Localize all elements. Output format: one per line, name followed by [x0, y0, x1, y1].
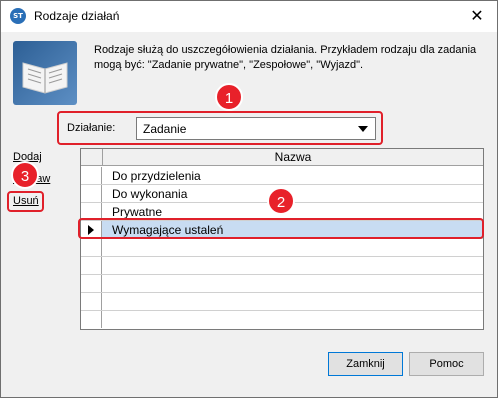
row-indicator: [81, 257, 102, 274]
table-row-empty: [81, 257, 483, 275]
table-cell[interactable]: Do przydzielenia: [112, 168, 201, 184]
row-indicator[interactable]: [81, 185, 102, 202]
help-button[interactable]: Pomoc: [409, 352, 484, 376]
table-cell[interactable]: Do wykonania: [112, 186, 187, 202]
table-row[interactable]: Do przydzielenia: [81, 167, 483, 185]
table-row-empty: [81, 239, 483, 257]
activity-select[interactable]: Zadanie: [136, 117, 376, 140]
window-title: Rodzaje działań: [34, 9, 120, 23]
filter-label: Działanie:: [67, 122, 116, 134]
close-button[interactable]: Zamknij: [328, 352, 403, 376]
book-icon: [13, 41, 77, 105]
callout-frame-2: [78, 218, 484, 239]
row-indicator[interactable]: [81, 167, 102, 184]
types-grid[interactable]: Nazwa Do przydzielenia Do wykonania Pryw…: [80, 148, 484, 330]
table-row-empty: [81, 275, 483, 293]
title-bar[interactable]: ST Rodzaje działań ✕: [1, 1, 497, 32]
callout-badge-2: 2: [267, 187, 295, 215]
row-indicator: [81, 311, 102, 328]
row-indicator: [81, 293, 102, 310]
grid-header: Nazwa: [81, 149, 483, 166]
table-row-empty: [81, 293, 483, 311]
delete-link[interactable]: Usuń: [13, 195, 39, 207]
dialog-description: Rodzaje służą do uszczegółowienia działa…: [94, 44, 477, 71]
close-icon[interactable]: ✕: [467, 6, 487, 26]
dialog-window: ST Rodzaje działań ✕ Rodzaje służą do us…: [0, 0, 498, 398]
activity-select-value: Zadanie: [143, 122, 187, 136]
callout-badge-3: 3: [11, 161, 39, 189]
chevron-down-icon[interactable]: [358, 126, 368, 132]
column-header-name[interactable]: Nazwa: [102, 149, 483, 166]
row-indicator: [81, 239, 102, 256]
row-indicator: [81, 275, 102, 292]
table-row-empty: [81, 311, 483, 329]
app-icon: ST: [10, 8, 26, 24]
callout-badge-1: 1: [215, 83, 243, 111]
